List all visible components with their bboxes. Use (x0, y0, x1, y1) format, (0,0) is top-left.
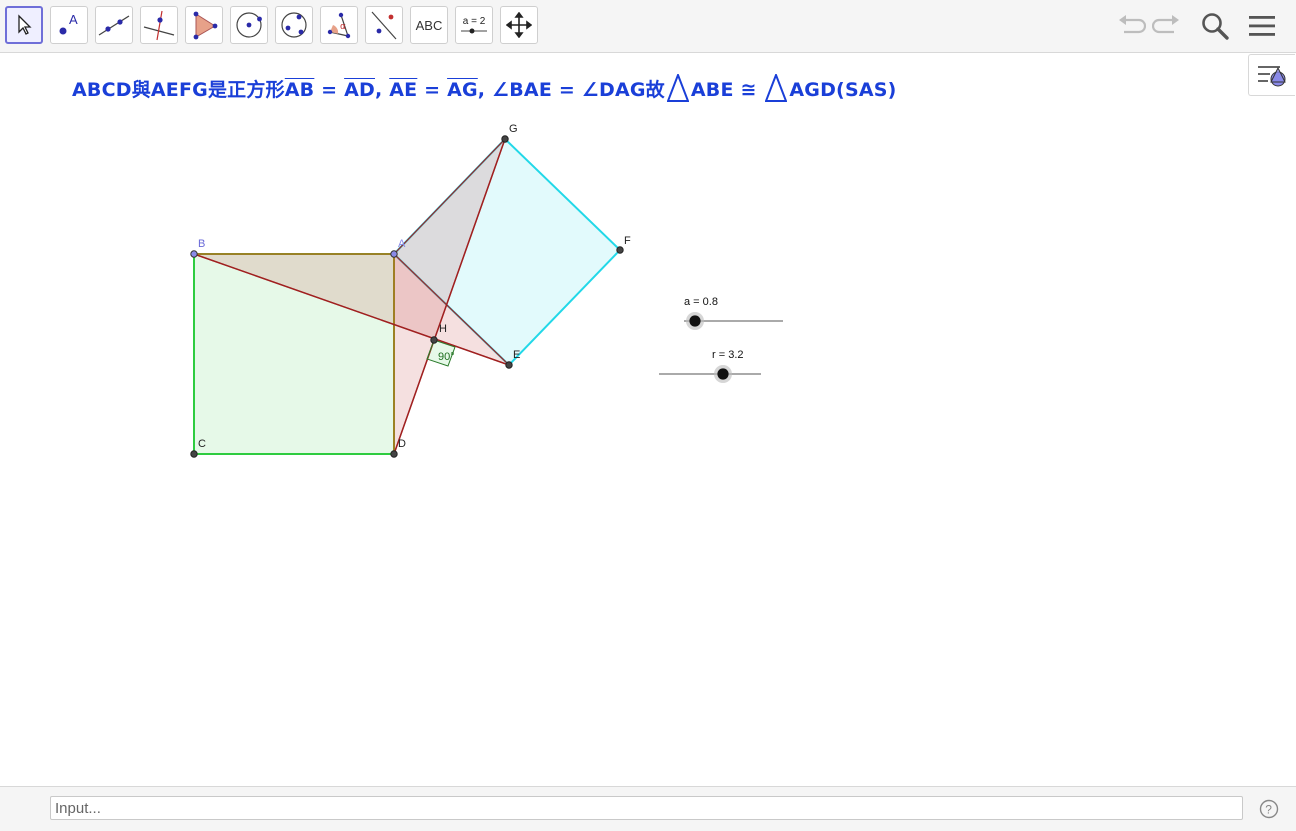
slider-a-label: a = 0.8 (684, 296, 718, 308)
move-tool[interactable] (5, 6, 43, 44)
undo-button[interactable] (1116, 10, 1146, 42)
construction-canvas[interactable]: 90° B A C D E F G H a = 0.8 r = 3.2 (0, 53, 1296, 786)
point-icon: A (59, 12, 78, 35)
angle-icon: α (327, 12, 351, 39)
angle-value-label: 90° (438, 351, 455, 363)
point-tool-letter: A (69, 12, 78, 27)
hamburger-menu-icon (1249, 16, 1275, 36)
proof-text[interactable]: ABCD與AEFG是正方形AB = AD, AE = AG, ∠BAE = ∠D… (72, 72, 897, 102)
sas-conclusion: AGD(SAS) (789, 79, 897, 101)
algebra-input[interactable] (50, 796, 1243, 820)
point-a[interactable] (390, 250, 398, 258)
proof-intro: ABCD與AEFG是正方形 (72, 79, 285, 101)
point-c[interactable] (190, 450, 198, 458)
angle-tool-symbol: α (340, 22, 346, 32)
line-icon (98, 15, 130, 36)
slider-icon (461, 28, 487, 33)
point-e[interactable] (505, 361, 513, 369)
label-f: F (624, 235, 631, 247)
triangle-symbol-icon (764, 72, 788, 102)
slider-tool-label: a = 2 (462, 15, 486, 27)
redo-button[interactable] (1152, 10, 1182, 42)
point-f[interactable] (616, 246, 624, 254)
text-tool[interactable]: ABC (410, 6, 448, 44)
slider-r-handle[interactable] (717, 368, 729, 380)
label-e: E (513, 349, 520, 361)
point-d[interactable] (390, 450, 398, 458)
angle-equality: , ∠BAE = ∠DAG故 (477, 79, 665, 101)
move-graphics-view-tool[interactable] (500, 6, 538, 44)
perpendicular-line-tool[interactable] (140, 6, 178, 44)
undo-icon (1119, 15, 1146, 34)
search-icon (1202, 13, 1229, 40)
point-b[interactable] (190, 250, 198, 258)
perpendicular-icon (143, 10, 175, 41)
search-button[interactable] (1198, 9, 1232, 43)
segment-ab-notation: AB (284, 79, 315, 101)
label-g: G (509, 123, 518, 135)
redo-icon (1152, 15, 1179, 34)
comma-separator: , (375, 79, 390, 101)
main-menu-button[interactable] (1245, 9, 1279, 43)
point-h[interactable] (430, 336, 438, 344)
circle-tool[interactable] (230, 6, 268, 44)
segment-ae-notation: AE (389, 79, 418, 101)
equals-sign: = (417, 79, 448, 101)
segment-ag-notation: AG (447, 79, 478, 101)
label-d: D (398, 438, 406, 450)
polygon-icon (193, 11, 218, 40)
congruent-statement: ABE ≅ (690, 79, 764, 101)
reflect-line-icon (371, 11, 397, 40)
triangle-symbol-icon (666, 72, 690, 102)
slider-r-label: r = 3.2 (712, 349, 744, 361)
circle-icon (236, 12, 262, 38)
slider-tool[interactable]: a = 2 (455, 6, 493, 44)
label-a: A (398, 238, 406, 250)
reflect-tool[interactable] (365, 6, 403, 44)
point-g[interactable] (501, 135, 509, 143)
label-b: B (198, 238, 205, 250)
graphics-view[interactable]: 90° B A C D E F G H a = 0.8 r = 3.2 (0, 53, 1296, 786)
move-arrows-icon (506, 12, 532, 38)
point-tool[interactable]: A (50, 6, 88, 44)
cursor-arrow-icon (18, 14, 32, 35)
angle-tool[interactable]: α (320, 6, 358, 44)
line-tool[interactable] (95, 6, 133, 44)
polygon-tool[interactable] (185, 6, 223, 44)
slider-a-handle[interactable] (689, 315, 701, 327)
label-h: H (439, 323, 447, 335)
conic-tool[interactable] (275, 6, 313, 44)
equals-sign: = (314, 79, 345, 101)
segment-ad-notation: AD (344, 79, 375, 101)
input-help-button[interactable]: ? (1259, 799, 1279, 824)
toolbar: A α ABC a = 2 (0, 0, 1296, 53)
svg-text:?: ? (1265, 803, 1272, 817)
conic-icon (281, 12, 307, 38)
text-tool-label: ABC (415, 17, 443, 33)
style-bar-toggle[interactable] (1248, 54, 1295, 96)
input-bar: ? (0, 786, 1296, 831)
style-bar-icon (1258, 66, 1286, 87)
help-icon: ? (1259, 799, 1279, 819)
label-c: C (198, 438, 206, 450)
